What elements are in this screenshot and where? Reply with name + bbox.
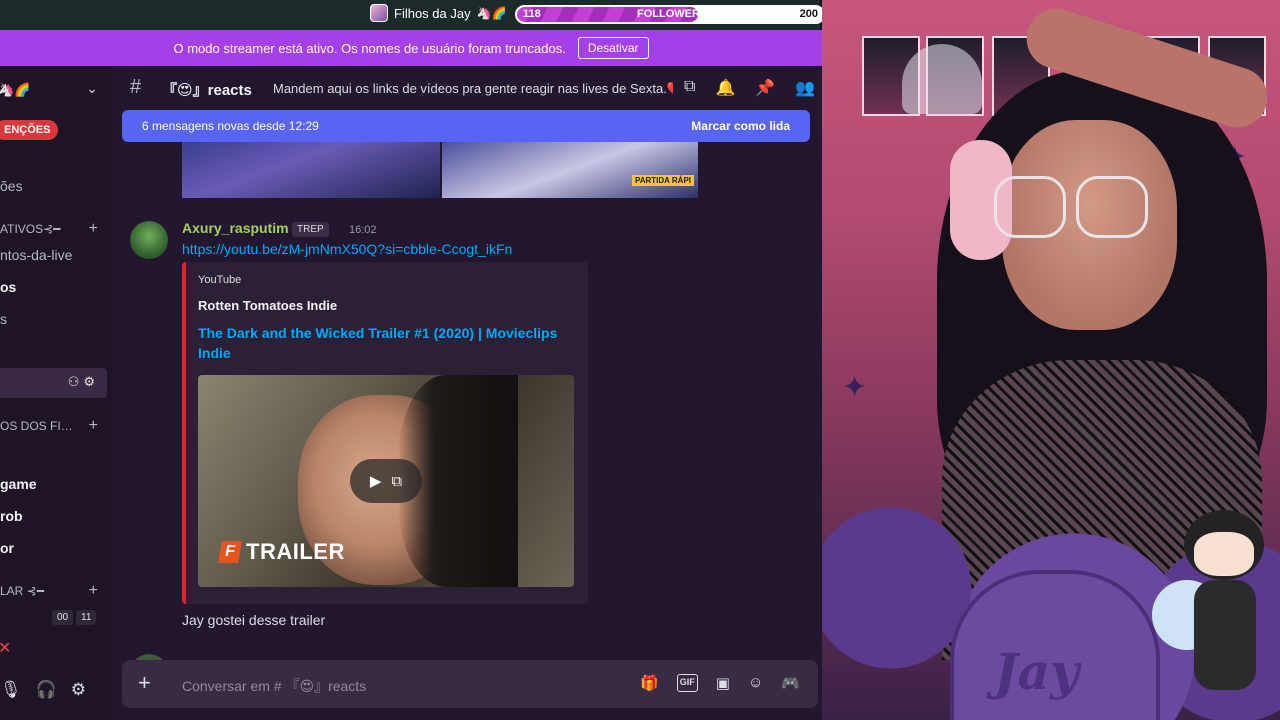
hash-icon: # xyxy=(130,76,142,98)
message-input[interactable]: Conversar em # 『😍』reacts xyxy=(182,676,366,696)
avatar[interactable] xyxy=(130,221,168,259)
chibi-character xyxy=(1172,500,1272,720)
image-tag: PARTIDA RÁPI xyxy=(632,175,694,186)
user-controls: 🎙 🎧 ⚙ xyxy=(0,670,112,710)
sidebar-item[interactable]: ões xyxy=(0,178,112,194)
glasses xyxy=(994,176,1150,240)
mentions-badge[interactable]: ENÇÕES xyxy=(0,120,59,140)
server-header[interactable]: 🦄🌈 ⌄ xyxy=(0,80,112,100)
user-tag-badge: TREP xyxy=(292,222,329,237)
glasses-lens xyxy=(1076,176,1148,238)
stream-overlay-bar: Filhos da Jay 🦄🌈 118 FOLLOWERS 200 xyxy=(0,0,825,30)
disconnect-icon[interactable]: ✕ xyxy=(0,638,11,658)
streamer-mode-message: O modo streamer está ativo. Os nomes de … xyxy=(173,40,566,56)
sidebar-item[interactable]: os xyxy=(0,279,112,295)
channel-topic[interactable]: Mandem aqui os links de vídeos pra gente… xyxy=(273,81,673,97)
embed-title[interactable]: The Dark and the Wicked Trailer #1 (2020… xyxy=(198,323,578,363)
ghost-decoration xyxy=(902,44,982,114)
star-decoration: ✦ xyxy=(842,371,868,404)
mark-as-read-button[interactable]: Marcar como lida xyxy=(691,119,790,133)
tombstone-decoration: Jay xyxy=(950,570,1160,720)
message-author[interactable]: Axury_rasputim xyxy=(182,220,289,236)
fandango-logo: F xyxy=(218,541,242,563)
headphones-icon[interactable]: 🎧 xyxy=(36,680,57,700)
channel-avatar xyxy=(370,4,388,22)
channel-emojis: 🦄🌈 xyxy=(476,6,507,20)
trailer-logo: F TRAILER xyxy=(218,539,345,565)
sticker-icon[interactable]: ▣ xyxy=(716,674,730,692)
tombstone-text: Jay xyxy=(994,642,1080,701)
sidebar-category[interactable]: LAR ⊰━ + xyxy=(0,582,112,600)
external-link-icon: ⧉ xyxy=(391,472,403,490)
chat-area: # 『😍』reacts Mandem aqui os links de víde… xyxy=(112,66,822,720)
message-link[interactable]: https://youtu.be/zM-jmNmX50Q?si=cbble-Cc… xyxy=(182,241,512,257)
gamepad-icon[interactable]: 🎮 xyxy=(781,674,800,692)
sidebar-category[interactable]: OS DOS FI… + xyxy=(0,417,112,435)
channel-sidebar: 🦄🌈 ⌄ ENÇÕES ões ATIVOS⊰━ + ntos-da-live … xyxy=(0,66,112,720)
chibi-face xyxy=(1194,532,1254,576)
sidebar-item[interactable]: game xyxy=(0,476,112,492)
chevron-down-icon[interactable]: ⌄ xyxy=(86,80,98,97)
threads-icon[interactable]: ⧉ xyxy=(684,78,695,98)
embed-provider: YouTube xyxy=(198,274,242,286)
header-toolbar: ⧉ 🔔 📌 👥 xyxy=(684,78,815,98)
channel-name: 『😍』reacts xyxy=(162,82,252,99)
previous-attachment-image[interactable]: PARTIDA RÁPI xyxy=(442,142,698,198)
sidebar-category-label: OS DOS FI… xyxy=(0,419,73,433)
followers-goal: 200 xyxy=(799,8,818,20)
pin-icon[interactable]: 📌 xyxy=(755,78,775,98)
video-thumbnail[interactable]: ▶ ⧉ F TRAILER xyxy=(198,375,574,587)
sidebar-item[interactable]: ntos-da-live xyxy=(0,247,112,263)
sidebar-item[interactable]: rob xyxy=(0,508,112,524)
server-name: 🦄🌈 xyxy=(0,82,31,97)
microphone-icon[interactable]: 🎙 xyxy=(0,680,22,700)
composer-toolbar: 🎁 GIF ▣ ☺ 🎮 xyxy=(640,674,800,692)
sidebar-item[interactable]: s xyxy=(0,311,112,327)
add-channel-icon[interactable]: + xyxy=(89,582,98,600)
disable-streamer-mode-button[interactable]: Desativar xyxy=(577,37,649,59)
members-icon[interactable]: 👥 xyxy=(795,78,815,98)
channel-name: Filhos da Jay xyxy=(394,5,471,21)
glasses-lens xyxy=(994,176,1066,238)
followers-current: 118 xyxy=(523,8,541,20)
youtube-embed: YouTube Rotten Tomatoes Indie The Dark a… xyxy=(182,262,588,604)
followers-label: FOLLOWERS xyxy=(637,8,708,20)
followers-progress-bar: 118 FOLLOWERS 200 xyxy=(515,5,825,24)
sidebar-item[interactable]: or xyxy=(0,540,112,556)
trailer-text: TRAILER xyxy=(246,539,345,564)
gear-icon[interactable]: ⚙ xyxy=(71,680,86,700)
add-channel-icon[interactable]: + xyxy=(89,220,98,238)
sidebar-item-selected[interactable]: ⚇⚙ xyxy=(0,368,107,398)
previous-attachment-image[interactable] xyxy=(182,142,440,198)
play-button[interactable]: ▶ ⧉ xyxy=(350,459,422,503)
add-channel-icon[interactable]: + xyxy=(89,417,98,435)
emoji-icon[interactable]: ☺ xyxy=(748,674,763,692)
message-timestamp: 16:02 xyxy=(349,224,377,236)
new-messages-text: 6 mensagens novas desde 12:29 xyxy=(142,119,319,133)
message-text: Jay gostei desse trailer xyxy=(182,612,326,628)
follower-goal: Filhos da Jay 🦄🌈 xyxy=(370,4,506,22)
message-composer[interactable]: + Conversar em # 『😍』reacts 🎁 GIF ▣ ☺ 🎮 xyxy=(122,660,818,708)
gift-icon[interactable]: 🎁 xyxy=(640,674,659,692)
channel-header: # 『😍』reacts Mandem aqui os links de víde… xyxy=(112,66,822,110)
sidebar-category-label: ATIVOS⊰━ xyxy=(0,222,61,236)
sidebar-category[interactable]: ATIVOS⊰━ + xyxy=(0,220,112,238)
chibi-body xyxy=(1194,580,1256,690)
invite-settings-icons[interactable]: ⚇⚙ xyxy=(68,374,99,390)
bell-icon[interactable]: 🔔 xyxy=(715,78,735,98)
upload-plus-icon[interactable]: + xyxy=(138,670,151,696)
streamer-mode-banner: O modo streamer está ativo. Os nomes de … xyxy=(0,30,822,66)
sidebar-category-label: LAR ⊰━ xyxy=(0,584,44,598)
new-messages-bar[interactable]: 6 mensagens novas desde 12:29 Marcar com… xyxy=(122,110,810,142)
play-icon: ▶ xyxy=(369,473,382,490)
embed-author[interactable]: Rotten Tomatoes Indie xyxy=(198,298,337,313)
gif-icon[interactable]: GIF xyxy=(676,674,698,692)
voice-count-badge: 11 xyxy=(76,610,97,625)
webcam-feed: ✦ ✦ Jay xyxy=(822,0,1280,720)
voice-count-badge: 00 xyxy=(52,610,74,625)
